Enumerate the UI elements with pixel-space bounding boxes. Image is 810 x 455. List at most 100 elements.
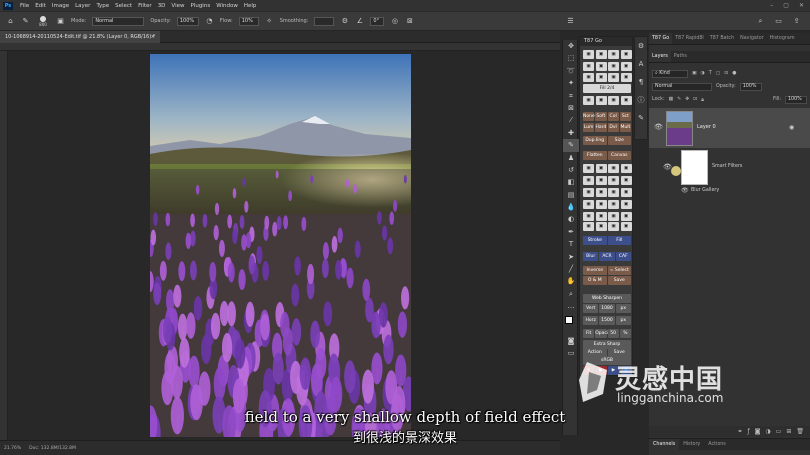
home-icon[interactable]: ⌂: [6, 17, 15, 26]
menu-image[interactable]: Image: [49, 3, 72, 9]
filter-smart-object-icon[interactable]: ⊡: [724, 71, 728, 76]
t87-action-icon[interactable]: ▣: [620, 176, 632, 185]
filter-shape-icon[interactable]: ▢: [716, 71, 721, 76]
t87-action-icon[interactable]: ▣: [583, 62, 594, 71]
blur-gallery-label[interactable]: Blur Gallery: [691, 188, 719, 193]
menu-window[interactable]: Window: [213, 3, 241, 9]
t87-button[interactable]: 1500: [599, 316, 615, 325]
search-icon[interactable]: ⌕: [756, 17, 765, 26]
t87-button[interactable]: = Select: [607, 266, 631, 275]
t87-action-icon[interactable]: ▣: [608, 176, 619, 185]
lasso-tool-icon[interactable]: ➰: [563, 65, 579, 77]
t87-action-icon[interactable]: ▣: [620, 50, 632, 59]
angle-field[interactable]: 0°: [370, 16, 385, 26]
t87-action-icon[interactable]: ▣: [608, 188, 619, 197]
close-tab-icon[interactable]: ×: [151, 31, 155, 43]
t87-action-icon[interactable]: ▣: [583, 176, 594, 185]
healing-brush-tool-icon[interactable]: ✚: [563, 127, 579, 139]
brush-tool-icon[interactable]: ✎: [21, 17, 30, 26]
quick-select-tool-icon[interactable]: ✦: [563, 77, 579, 89]
t87-button[interactable]: Lum: [583, 123, 595, 132]
dodge-tool-icon[interactable]: ◐: [563, 213, 579, 225]
zoom-level[interactable]: 21.76%: [4, 446, 21, 451]
foreground-color-swatch[interactable]: [565, 315, 573, 324]
t87-button[interactable]: Inverse: [583, 266, 607, 275]
tab-t87-rapid[interactable]: T87 Rapid8l: [672, 33, 707, 44]
t87-action-icon[interactable]: ▣: [608, 212, 619, 221]
character-icon[interactable]: A: [635, 55, 647, 73]
pressure-opacity-icon[interactable]: ◔: [205, 17, 214, 26]
visibility-eye-icon[interactable]: 👁︎: [654, 123, 663, 131]
clone-stamp-tool-icon[interactable]: ♟: [563, 152, 579, 164]
t87-action-icon[interactable]: ▣: [608, 96, 619, 105]
t87-button[interactable]: Dvl: [607, 123, 619, 132]
blur-tool-icon[interactable]: 💧: [563, 201, 579, 213]
menu-layer[interactable]: Layer: [72, 3, 93, 9]
menu-3d[interactable]: 3D: [155, 3, 169, 9]
menu-view[interactable]: View: [168, 3, 187, 9]
t87-action-icon[interactable]: ▣: [620, 62, 632, 71]
t87-action-icon[interactable]: ▣: [595, 62, 607, 71]
brush-preset-picker[interactable]: 800: [36, 15, 50, 27]
type-tool-icon[interactable]: T: [563, 238, 579, 250]
t87-action-icon[interactable]: ▣: [583, 96, 594, 105]
t87-button[interactable]: Web Sharpen: [583, 294, 631, 303]
lock-position-icon[interactable]: ✥: [685, 97, 689, 102]
layer-opacity-field[interactable]: 100%: [739, 82, 762, 91]
t87-button[interactable]: Flatten: [583, 151, 607, 160]
add-mask-icon[interactable]: ◙: [755, 426, 761, 437]
t87-action-icon[interactable]: ▣: [608, 200, 619, 209]
more-tools-icon[interactable]: …: [563, 300, 579, 312]
smoothing-settings-gear-icon[interactable]: ⚙: [340, 17, 349, 26]
t87-action-icon[interactable]: ▣: [583, 164, 594, 173]
pen-tool-icon[interactable]: ✒: [563, 226, 579, 238]
tab-actions[interactable]: Actions: [704, 439, 730, 450]
eraser-tool-icon[interactable]: ◧: [563, 176, 579, 188]
document-info[interactable]: Doc: 132.8M/132.8M: [29, 446, 76, 451]
crop-tool-icon[interactable]: ⌗: [563, 90, 579, 102]
blur-gallery-row[interactable]: 👁︎ Blur Gallery: [649, 186, 810, 198]
t87-button[interactable]: Sct: [619, 112, 631, 121]
t87-button[interactable]: Col: [607, 112, 619, 121]
t87-action-icon[interactable]: ▣: [583, 200, 594, 209]
properties-icon[interactable]: ⚙: [635, 37, 647, 55]
t87-action-icon[interactable]: ▣: [608, 222, 619, 231]
delete-layer-icon[interactable]: 🗑︎: [796, 426, 804, 437]
adjustment-layer-icon[interactable]: ◑: [765, 426, 770, 437]
menu-select[interactable]: Select: [112, 3, 135, 9]
menu-edit[interactable]: Edit: [32, 3, 49, 9]
t87-action-icon[interactable]: ▣: [595, 164, 607, 173]
t87-action-icon[interactable]: ▣: [595, 200, 607, 209]
t87-action-icon[interactable]: ▣: [595, 50, 607, 59]
tab-t87-go[interactable]: T87 Go: [649, 33, 673, 44]
tab-layers[interactable]: Layers: [649, 51, 671, 62]
workspace-icon[interactable]: ☰: [566, 17, 575, 26]
t87-button[interactable]: Stroke: [583, 236, 607, 245]
workspace-switcher-icon[interactable]: ▭: [774, 17, 783, 26]
new-group-icon[interactable]: ▭: [776, 426, 782, 437]
brush-tool-active-icon[interactable]: ✎: [563, 139, 579, 152]
t87-action-icon[interactable]: ▣: [583, 222, 594, 231]
menu-file[interactable]: File: [17, 3, 32, 9]
t87-action-icon[interactable]: ▣: [608, 73, 619, 82]
t87-button[interactable]: Opacity: [595, 329, 613, 338]
minimize-button[interactable]: –: [770, 2, 773, 9]
t87-button[interactable]: Mult: [619, 123, 631, 132]
t87-button[interactable]: Dup.ling: [583, 136, 607, 145]
t87-button[interactable]: 50: [607, 329, 619, 338]
layer-name[interactable]: Layer 0: [697, 124, 716, 130]
menu-plugins[interactable]: Plugins: [187, 3, 213, 9]
brushes-icon[interactable]: ✎: [635, 109, 647, 127]
tab-channels[interactable]: Channels: [649, 439, 680, 450]
hand-tool-icon[interactable]: ✋: [563, 275, 579, 287]
marquee-tool-icon[interactable]: ⬚: [563, 52, 579, 64]
filter-toggle-icon[interactable]: ●: [732, 71, 736, 76]
frame-tool-icon[interactable]: ⊠: [563, 102, 579, 114]
t87-button[interactable]: px: [615, 316, 631, 325]
t87-button[interactable]: Size: [607, 136, 631, 145]
brush-settings-icon[interactable]: ▣: [56, 17, 65, 26]
line-tool-icon[interactable]: ╱: [563, 263, 579, 275]
opacity-field[interactable]: 100%: [176, 16, 199, 26]
t87-button[interactable]: Soft: [595, 112, 607, 121]
t87-action-icon[interactable]: ▣: [595, 73, 607, 82]
